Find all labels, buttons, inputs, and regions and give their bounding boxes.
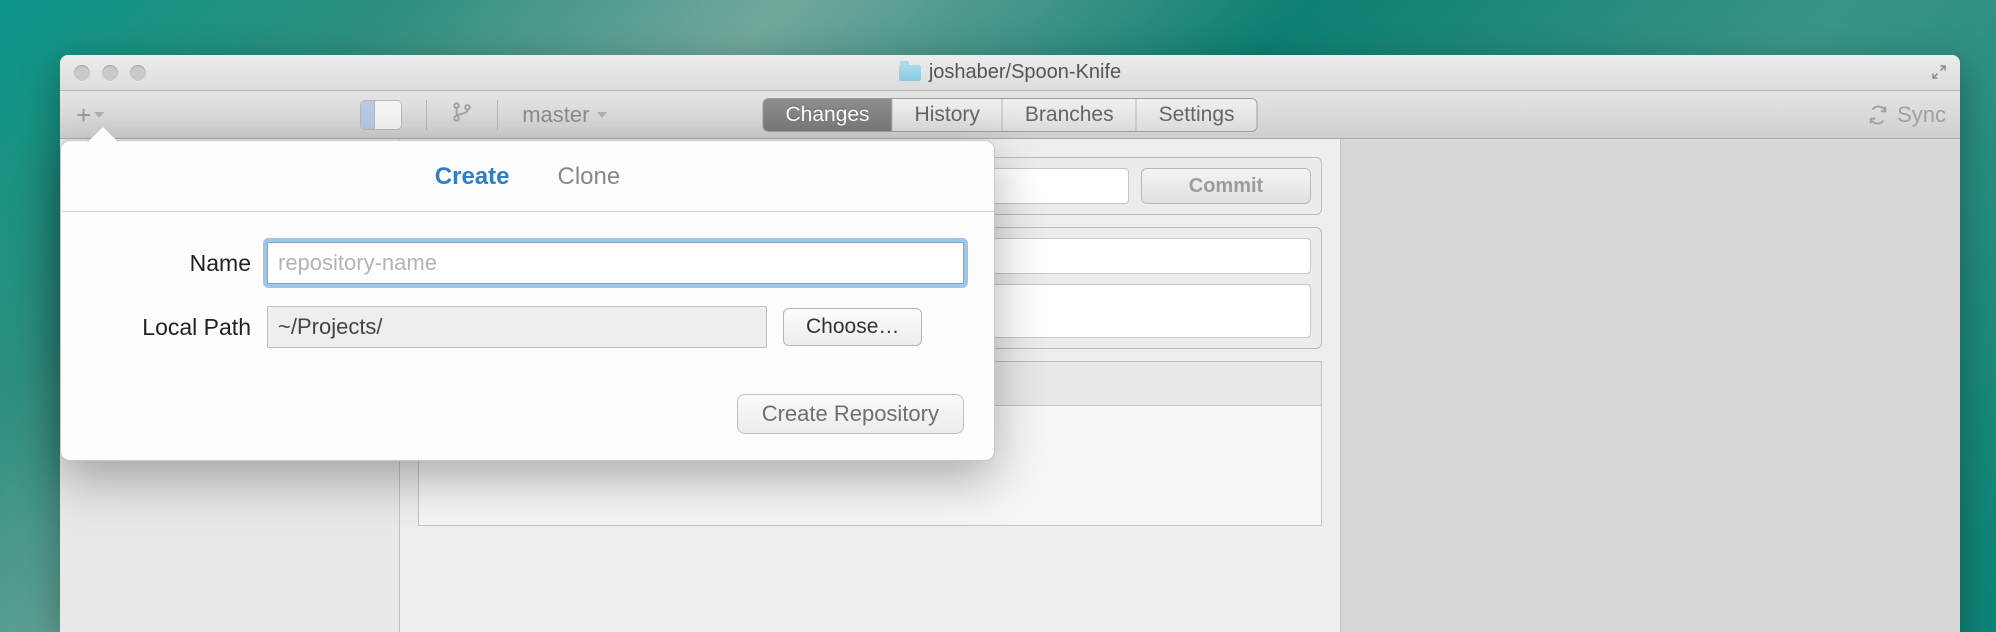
window-title-text: joshaber/Spoon-Knife (929, 61, 1121, 84)
tab-create[interactable]: Create (435, 163, 510, 191)
titlebar: joshaber/Spoon-Knife (60, 55, 1960, 91)
window-traffic-lights (60, 65, 146, 81)
close-window-button[interactable] (74, 65, 90, 81)
plus-icon: + (76, 102, 91, 128)
sync-label: Sync (1897, 102, 1946, 128)
folder-icon (899, 65, 921, 81)
toolbar-divider (426, 100, 427, 130)
local-path-input[interactable] (267, 306, 767, 348)
name-field-label: Name (91, 250, 251, 277)
window-title: joshaber/Spoon-Knife (60, 61, 1960, 84)
commit-button[interactable]: Commit (1141, 168, 1311, 204)
tab-branches[interactable]: Branches (1003, 99, 1137, 131)
tab-history[interactable]: History (893, 99, 1003, 131)
popover-body: Name Local Path Choose… (61, 212, 994, 394)
sync-button[interactable]: Sync (1867, 102, 1946, 128)
toolbar-divider (497, 100, 498, 130)
chevron-down-icon (597, 112, 607, 118)
choose-path-button[interactable]: Choose… (783, 308, 922, 346)
popover-arrow (87, 127, 119, 143)
zoom-window-button[interactable] (130, 65, 146, 81)
local-path-label: Local Path (91, 314, 251, 341)
tab-settings[interactable]: Settings (1137, 99, 1257, 131)
chevron-down-icon (94, 112, 104, 118)
sidebar-toggle-button[interactable] (360, 100, 402, 130)
view-segmented-control: Changes History Branches Settings (762, 98, 1257, 132)
minimize-window-button[interactable] (102, 65, 118, 81)
create-repository-button[interactable]: Create Repository (737, 394, 964, 434)
diff-panel (1340, 139, 1960, 632)
tab-changes[interactable]: Changes (763, 99, 892, 131)
repository-name-input[interactable] (267, 242, 964, 284)
branch-icon[interactable] (451, 101, 473, 128)
branch-selector[interactable]: master (522, 102, 607, 128)
tab-clone[interactable]: Clone (558, 163, 621, 191)
popover-tabs: Create Clone (61, 141, 994, 212)
fullscreen-icon[interactable] (1930, 63, 1948, 86)
toolbar: + master Changes History B (60, 91, 1960, 139)
add-repository-popover: Create Clone Name Local Path Choose… Cre… (60, 140, 995, 461)
branch-name: master (522, 102, 589, 128)
